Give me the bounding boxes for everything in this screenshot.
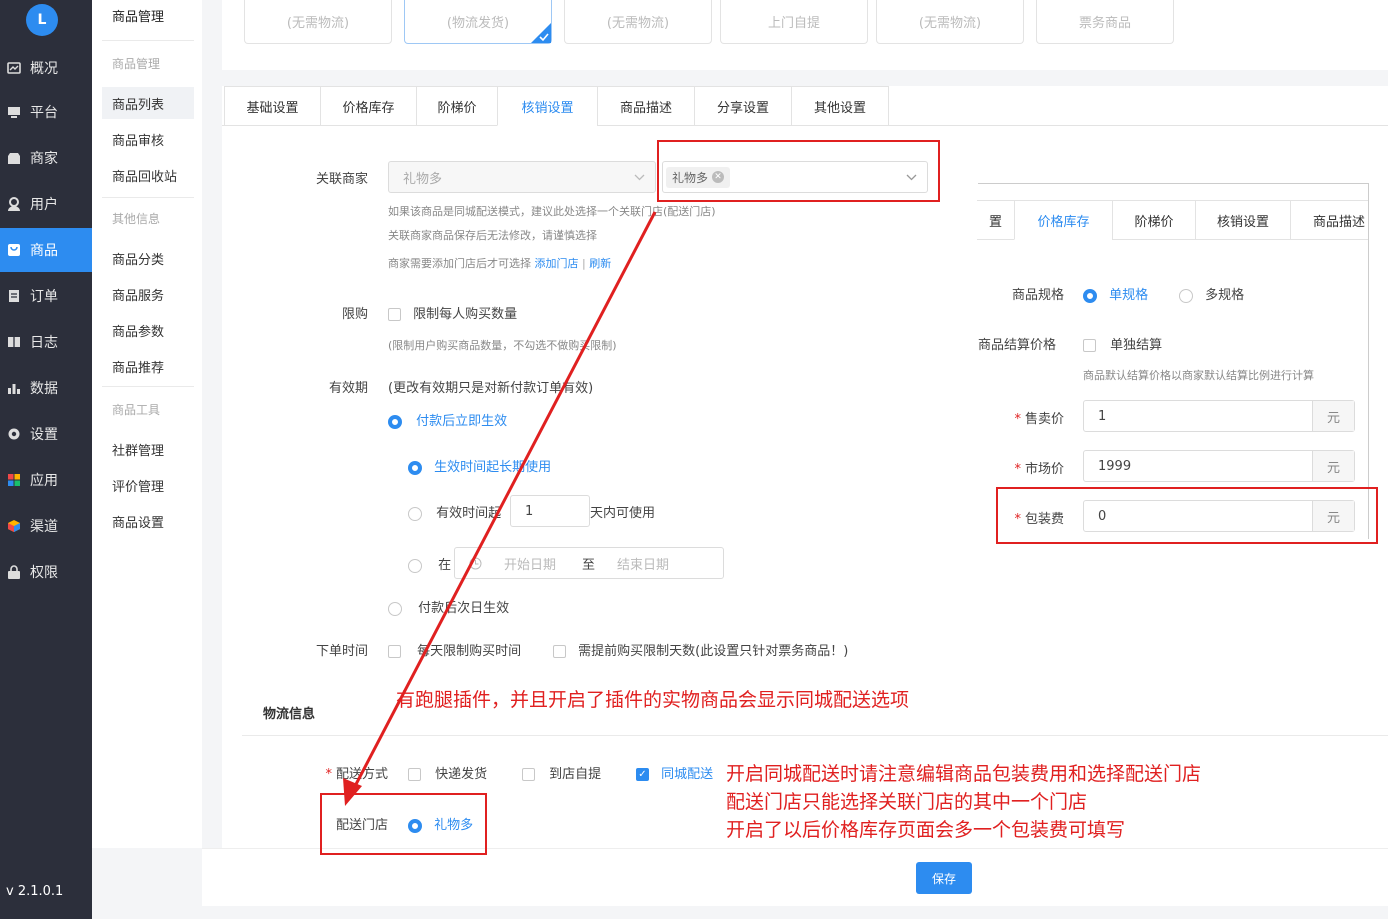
annotation-note-3: 开启了以后价格库存页面会多一个包装费可填写 (726, 819, 1126, 841)
annotation-note-2: 配送门店只能选择关联门店的其中一个门店 (726, 791, 1088, 813)
annotation-note-1: 开启同城配送时请注意编辑商品包装费用和选择配送门店 (726, 763, 1202, 785)
annotation-plugin-note: 有跑腿插件，并且开启了插件的实物商品会显示同城配送选项 (396, 689, 910, 711)
